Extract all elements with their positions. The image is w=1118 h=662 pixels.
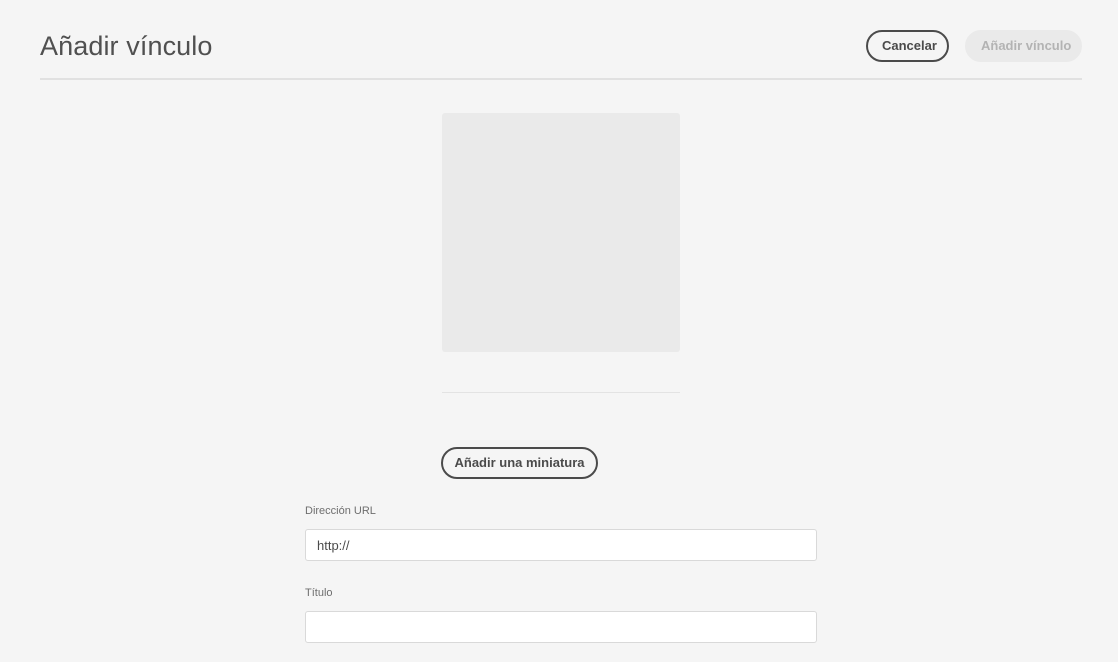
thumbnail-preview (442, 113, 680, 352)
page-title: Añadir vínculo (40, 31, 213, 61)
url-field-label: Dirección URL (305, 505, 376, 517)
add-thumbnail-button[interactable]: Añadir una miniatura (441, 447, 598, 479)
add-link-button[interactable]: Añadir vínculo (965, 30, 1082, 62)
dialog-header: Añadir vínculo Cancelar Añadir vínculo (40, 0, 1082, 80)
title-field-label: Título (305, 587, 333, 599)
thumbnail-divider (442, 392, 680, 393)
url-input[interactable] (305, 529, 817, 561)
cancel-button[interactable]: Cancelar (866, 30, 949, 62)
title-input[interactable] (305, 611, 817, 643)
